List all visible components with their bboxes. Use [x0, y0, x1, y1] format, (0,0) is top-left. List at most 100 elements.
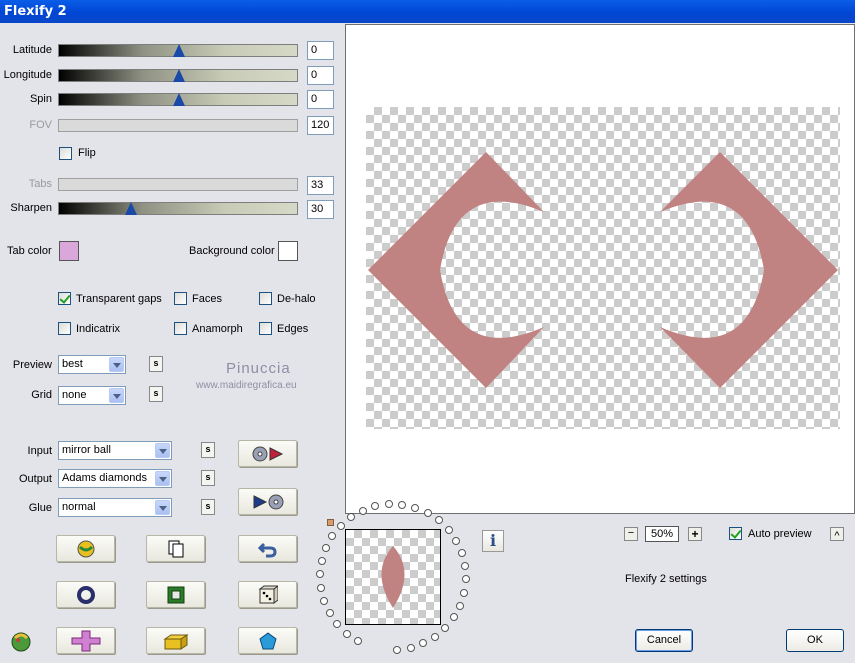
undo-icon: [257, 542, 277, 557]
info-button[interactable]: i: [482, 530, 504, 552]
dial-dot[interactable]: [441, 623, 450, 632]
sharpen-slider-thumb[interactable]: [125, 202, 137, 215]
sharpen-value-field[interactable]: 30: [307, 200, 334, 219]
fov-slider[interactable]: [58, 119, 298, 132]
dial-dot[interactable]: [342, 629, 351, 638]
dice-button[interactable]: [238, 581, 297, 608]
dial-dot[interactable]: [328, 532, 337, 541]
dial-dot[interactable]: [452, 536, 461, 545]
dial-dot[interactable]: [423, 508, 432, 517]
faces-checkbox[interactable]: [174, 292, 187, 305]
dial-dot[interactable]: [457, 548, 466, 557]
dial-dot[interactable]: [456, 601, 465, 610]
zoom-in-button[interactable]: +: [688, 527, 702, 541]
ball-icon: [77, 540, 94, 557]
latitude-slider-thumb[interactable]: [173, 44, 185, 57]
cross-button[interactable]: [56, 627, 115, 654]
circle-button[interactable]: [56, 581, 115, 608]
dial-handle[interactable]: [327, 519, 334, 526]
longitude-slider-thumb[interactable]: [173, 69, 185, 82]
input-dropdown-arrow-icon[interactable]: [155, 443, 170, 458]
play-output-button[interactable]: [238, 488, 297, 515]
dial-dot[interactable]: [319, 596, 328, 605]
undo-button[interactable]: [238, 535, 297, 562]
edges-checkbox[interactable]: [259, 322, 272, 335]
dial-dot[interactable]: [411, 503, 420, 512]
dial-dot[interactable]: [358, 506, 367, 515]
flip-checkbox[interactable]: [59, 147, 72, 160]
output-s-button[interactable]: s: [201, 470, 215, 486]
copy-button[interactable]: [146, 535, 205, 562]
brick-button[interactable]: [146, 627, 205, 654]
tabs-label: Tabs: [28, 178, 52, 190]
spin-slider[interactable]: [58, 93, 298, 106]
output-select[interactable]: Adams diamonds: [58, 469, 172, 488]
longitude-label: Longitude: [3, 69, 52, 81]
longitude-value-field[interactable]: 0: [307, 66, 334, 85]
preview-dropdown-arrow-icon[interactable]: [109, 357, 124, 372]
fov-value-field[interactable]: 120: [307, 116, 334, 135]
transparent-gaps-checkbox[interactable]: [58, 292, 71, 305]
tab-color-swatch[interactable]: [59, 241, 79, 261]
dial-dot[interactable]: [333, 620, 342, 629]
de-halo-checkbox[interactable]: [259, 292, 272, 305]
dial-dot[interactable]: [317, 556, 326, 565]
dial-dot[interactable]: [398, 500, 407, 509]
input-s-button[interactable]: s: [201, 442, 215, 458]
glue-s-button[interactable]: s: [201, 499, 215, 515]
glue-select[interactable]: normal: [58, 498, 172, 517]
dial-dot[interactable]: [460, 588, 469, 597]
input-label: Input: [27, 445, 52, 457]
dial-dot[interactable]: [321, 544, 330, 553]
dial-dot[interactable]: [354, 637, 362, 646]
dial-dot[interactable]: [384, 500, 393, 509]
latitude-slider[interactable]: [58, 44, 298, 57]
dial-dot[interactable]: [406, 643, 415, 652]
cancel-button[interactable]: Cancel: [635, 629, 693, 652]
longitude-slider[interactable]: [58, 69, 298, 82]
auto-preview-checkbox[interactable]: [729, 527, 742, 540]
spin-slider-thumb[interactable]: [173, 93, 185, 106]
tabs-slider[interactable]: [58, 178, 298, 191]
latitude-value-field[interactable]: 0: [307, 41, 334, 60]
dial-dot[interactable]: [431, 632, 440, 641]
indicatrix-checkbox[interactable]: [58, 322, 71, 335]
indicatrix-label: Indicatrix: [76, 323, 121, 335]
dial-dot[interactable]: [434, 516, 443, 525]
grid-s-button[interactable]: s: [149, 386, 163, 402]
dial-dot[interactable]: [461, 575, 470, 584]
background-color-swatch[interactable]: [278, 241, 298, 261]
glue-label: Glue: [28, 502, 52, 514]
preview-quality-select[interactable]: best: [58, 355, 126, 374]
glue-dropdown-arrow-icon[interactable]: [155, 500, 170, 515]
tabs-value-field[interactable]: 33: [307, 176, 334, 195]
collapse-button[interactable]: ^: [830, 527, 844, 542]
spin-value-field[interactable]: 0: [307, 90, 334, 109]
input-select[interactable]: mirror ball: [58, 441, 172, 460]
anamorph-checkbox[interactable]: [174, 322, 187, 335]
dial-dot[interactable]: [419, 639, 428, 648]
frame-button[interactable]: [146, 581, 205, 608]
randomize-button[interactable]: [56, 535, 115, 562]
output-dropdown-arrow-icon[interactable]: [155, 471, 170, 486]
dial-dot[interactable]: [347, 513, 356, 522]
dial-dot[interactable]: [444, 525, 453, 534]
preview-s-button[interactable]: s: [149, 356, 163, 372]
dial-dot[interactable]: [325, 609, 334, 618]
sharpen-slider[interactable]: [58, 202, 298, 215]
dial-dot[interactable]: [316, 583, 325, 592]
brick-icon: [162, 633, 189, 650]
dial-dot[interactable]: [449, 613, 458, 622]
pentagon-button[interactable]: [238, 627, 297, 654]
dial-dot[interactable]: [336, 521, 345, 530]
grid-dropdown-arrow-icon[interactable]: [109, 388, 124, 403]
dial-dot[interactable]: [393, 645, 402, 654]
dial-dot[interactable]: [316, 570, 325, 579]
main-preview-canvas[interactable]: [345, 24, 855, 514]
grid-select[interactable]: none: [58, 386, 126, 405]
dial-dot[interactable]: [461, 561, 470, 570]
navigator-thumbnail[interactable]: [345, 529, 441, 625]
ok-button[interactable]: OK: [786, 629, 844, 652]
zoom-out-button[interactable]: −: [624, 527, 638, 541]
play-input-button[interactable]: [238, 440, 297, 467]
